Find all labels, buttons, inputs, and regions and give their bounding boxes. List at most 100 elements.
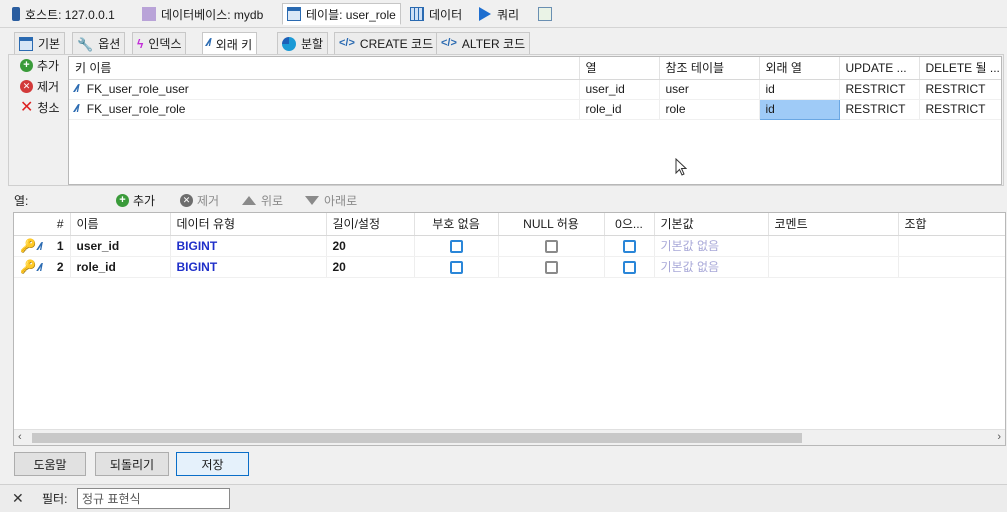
header-name[interactable]: 이름 bbox=[70, 213, 171, 236]
fk-name-cell[interactable]: ⁄⁄/ FK_user_role_role bbox=[69, 99, 580, 120]
header-comment[interactable]: 코멘트 bbox=[768, 213, 899, 236]
save-button[interactable]: 저장 bbox=[176, 452, 249, 476]
tab-data[interactable]: 데이터 bbox=[406, 3, 466, 25]
zerofill-checkbox-cell[interactable] bbox=[604, 235, 655, 257]
collation-cell[interactable] bbox=[898, 256, 1005, 278]
unsigned-checkbox[interactable] bbox=[449, 260, 463, 274]
fk-foreign-column-cell[interactable]: id bbox=[758, 98, 840, 120]
add-fk-label: 추가 bbox=[37, 59, 60, 73]
tab-new-query[interactable] bbox=[534, 3, 561, 25]
close-icon[interactable]: ✕ bbox=[12, 490, 24, 507]
nullable-checkbox-cell[interactable] bbox=[498, 235, 605, 257]
fk-on-update-cell[interactable]: RESTRICT bbox=[839, 99, 920, 120]
tab-query-label: 쿼리 bbox=[497, 7, 520, 22]
comment-cell[interactable] bbox=[768, 256, 899, 278]
tab-options[interactable]: 🔧 옵션 bbox=[72, 32, 126, 54]
help-button[interactable]: 도움말 bbox=[14, 452, 86, 476]
plus-icon: + bbox=[20, 59, 33, 72]
header-foreign-column[interactable]: 외래 열 bbox=[759, 57, 840, 80]
nullable-checkbox-cell[interactable] bbox=[498, 256, 605, 278]
remove-column-button[interactable]: ✕ 제거 bbox=[180, 192, 219, 209]
nullable-checkbox[interactable] bbox=[544, 239, 558, 253]
bottom-buttons: 도움말 되돌리기 저장 bbox=[0, 452, 1007, 476]
collation-cell[interactable] bbox=[898, 235, 1005, 257]
fk-name-cell[interactable]: ⁄⁄/ FK_user_role_user bbox=[69, 79, 580, 100]
header-num[interactable]: # bbox=[14, 213, 71, 236]
pie-icon bbox=[282, 36, 296, 51]
header-default[interactable]: 기본값 bbox=[654, 213, 769, 236]
tab-database[interactable]: 데이터베이스: mydb bbox=[138, 3, 267, 25]
move-up-button[interactable]: 위로 bbox=[242, 192, 283, 209]
unsigned-checkbox-cell[interactable] bbox=[414, 235, 499, 257]
header-collation[interactable]: 조합 bbox=[898, 213, 1005, 236]
columns-toolbar: 열: + 추가 ✕ 제거 위로 아래로 bbox=[0, 188, 1007, 212]
fk-on-delete-cell[interactable]: RESTRICT bbox=[919, 79, 1001, 100]
horizontal-scrollbar[interactable]: ‹ › bbox=[14, 429, 1005, 445]
comment-cell[interactable] bbox=[768, 235, 899, 257]
header-unsigned[interactable]: 부호 없음 bbox=[414, 213, 499, 236]
fk-on-update-cell[interactable]: RESTRICT bbox=[839, 79, 920, 100]
fk-column-cell[interactable]: user_id bbox=[579, 79, 660, 100]
revert-button[interactable]: 되돌리기 bbox=[95, 452, 169, 476]
column-type-cell[interactable]: BIGINT bbox=[170, 235, 327, 257]
clear-fk-button[interactable]: ✕ 청소 bbox=[9, 97, 69, 118]
foreign-keys-grid[interactable]: 키 이름 열 참조 테이블 외래 열 UPDATE ... DELETE 될 .… bbox=[68, 56, 1002, 185]
unsigned-checkbox[interactable] bbox=[449, 239, 463, 253]
table-row[interactable]: ⁄⁄/ FK_user_role_user user_id user id RES… bbox=[69, 79, 1001, 100]
column-name-cell[interactable]: user_id bbox=[70, 235, 171, 257]
nullable-checkbox[interactable] bbox=[544, 260, 558, 274]
plus-icon: + bbox=[116, 193, 129, 207]
filter-input[interactable] bbox=[77, 488, 230, 509]
header-column[interactable]: 열 bbox=[579, 57, 660, 80]
header-nullable[interactable]: NULL 허용 bbox=[498, 213, 605, 236]
header-key-name[interactable]: 키 이름 bbox=[69, 57, 580, 80]
column-length-cell[interactable]: 20 bbox=[326, 256, 415, 278]
scroll-right-icon[interactable]: › bbox=[997, 431, 1001, 443]
add-fk-button[interactable]: + 추가 bbox=[9, 55, 69, 76]
primary-key-icon: 🔑 bbox=[20, 237, 37, 253]
header-ref-table[interactable]: 참조 테이블 bbox=[659, 57, 760, 80]
column-length-cell[interactable]: 20 bbox=[326, 235, 415, 257]
fk-ref-table-cell[interactable]: user bbox=[659, 79, 760, 100]
column-name-cell[interactable]: role_id bbox=[70, 256, 171, 278]
remove-fk-button[interactable]: ✕ 제거 bbox=[9, 76, 69, 97]
header-zerofill[interactable]: 0으... bbox=[604, 213, 655, 236]
header-on-update[interactable]: UPDATE ... bbox=[839, 57, 920, 80]
zerofill-checkbox[interactable] bbox=[622, 239, 636, 253]
tab-table[interactable]: 테이블: user_role bbox=[282, 3, 401, 25]
table-row[interactable]: 🔑 ⁄⁄/ 1 user_id BIGINT 20 기본값 없음 bbox=[14, 235, 1005, 257]
header-data-type[interactable]: 데이터 유형 bbox=[170, 213, 327, 236]
arrow-down-icon bbox=[305, 195, 319, 205]
scroll-left-icon[interactable]: ‹ bbox=[18, 431, 22, 443]
scrollbar-thumb[interactable] bbox=[32, 433, 802, 443]
zerofill-checkbox-cell[interactable] bbox=[604, 256, 655, 278]
tab-foreign-keys-label: 외래 키 bbox=[215, 37, 253, 52]
unsigned-checkbox-cell[interactable] bbox=[414, 256, 499, 278]
zerofill-checkbox[interactable] bbox=[622, 260, 636, 274]
table-row[interactable]: 🔑 ⁄⁄/ 2 role_id BIGINT 20 기본값 없음 bbox=[14, 256, 1005, 278]
header-length[interactable]: 길이/설정 bbox=[326, 213, 415, 236]
add-column-button[interactable]: + 추가 bbox=[116, 192, 155, 209]
tab-indexes[interactable]: ϟ 인덱스 bbox=[132, 32, 187, 54]
tab-alter-code[interactable]: </> ALTER 코드 bbox=[436, 32, 531, 54]
default-cell[interactable]: 기본값 없음 bbox=[654, 235, 769, 257]
tab-host[interactable]: 호스트: 127.0.0.1 bbox=[8, 3, 119, 25]
table-row[interactable]: ⁄⁄/ FK_user_role_role role_id role id RES… bbox=[69, 98, 1001, 120]
tab-create-code[interactable]: </> CREATE 코드 bbox=[334, 32, 439, 54]
fk-ref-table-cell[interactable]: role bbox=[659, 99, 760, 120]
fk-foreign-column-cell[interactable]: id bbox=[759, 79, 840, 100]
columns-grid[interactable]: # 이름 데이터 유형 길이/설정 부호 없음 NULL 허용 0으... 기본… bbox=[13, 212, 1006, 446]
tab-basic[interactable]: 기본 bbox=[14, 32, 66, 54]
default-cell[interactable]: 기본값 없음 bbox=[654, 256, 769, 278]
tab-partitions[interactable]: 분할 bbox=[277, 32, 329, 54]
fk-column-cell[interactable]: role_id bbox=[579, 99, 660, 120]
fk-name: FK_user_role_user bbox=[86, 82, 189, 96]
tab-alter-code-label: ALTER 코드 bbox=[461, 37, 526, 51]
column-type-cell[interactable]: BIGINT bbox=[170, 256, 327, 278]
tab-query[interactable]: 쿼리 bbox=[475, 3, 523, 25]
primary-key-icon: 🔑 bbox=[20, 258, 37, 274]
fk-on-delete-cell[interactable]: RESTRICT bbox=[919, 99, 1001, 120]
move-down-button[interactable]: 아래로 bbox=[305, 192, 357, 209]
header-on-delete[interactable]: DELETE 될 ... bbox=[919, 57, 1001, 80]
tab-foreign-keys[interactable]: ⁄⁄/ 외래 키 bbox=[202, 32, 258, 55]
